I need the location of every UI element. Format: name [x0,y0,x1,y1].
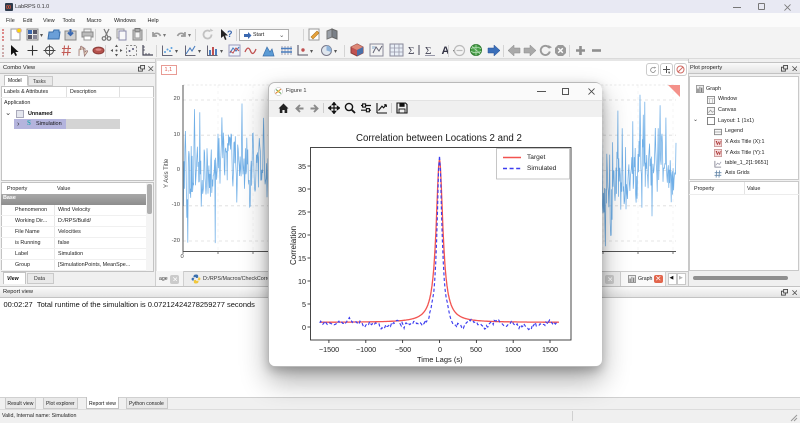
svg-text:W: W [715,140,722,147]
svg-text:W: W [715,150,722,157]
